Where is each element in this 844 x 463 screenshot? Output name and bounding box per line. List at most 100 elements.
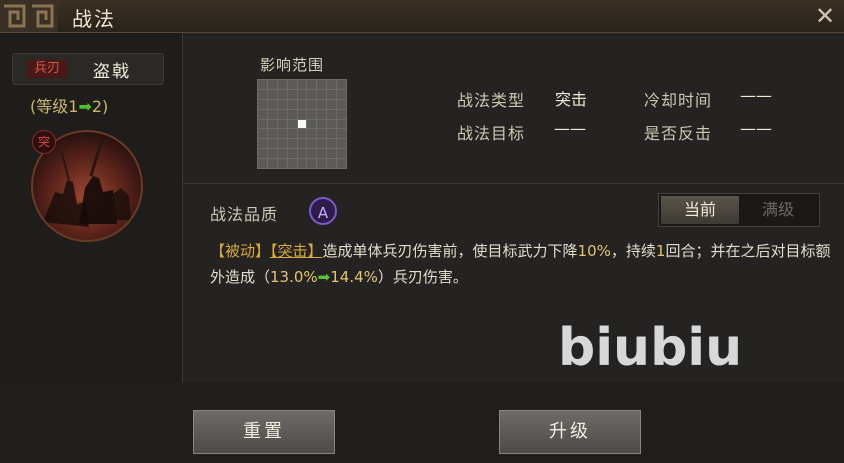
range-cell bbox=[327, 80, 337, 89]
range-cell bbox=[297, 109, 307, 119]
close-icon: ✕ bbox=[814, 2, 836, 30]
skill-type-value: 突击 bbox=[555, 90, 588, 109]
desc-text-4: ）兵刃伤害。 bbox=[377, 268, 468, 286]
range-cell bbox=[327, 99, 337, 109]
range-cell bbox=[307, 139, 317, 149]
range-cell bbox=[337, 139, 346, 149]
range-cell bbox=[287, 99, 297, 109]
tab-current[interactable]: 当前 bbox=[661, 196, 739, 224]
passive-tag: 【被动】 bbox=[210, 242, 271, 260]
range-cell bbox=[317, 80, 327, 89]
range-grid bbox=[257, 79, 347, 169]
range-cell bbox=[287, 139, 297, 149]
range-cell bbox=[337, 149, 346, 159]
tab-max-level[interactable]: 满级 bbox=[739, 196, 817, 224]
title-ornament-icon bbox=[0, 0, 58, 32]
desc-value-next: 14.4% bbox=[330, 268, 378, 286]
skill-type-label: 战法类型 bbox=[457, 91, 526, 110]
range-cell bbox=[277, 159, 287, 168]
section-divider bbox=[183, 183, 844, 184]
range-cell bbox=[307, 80, 317, 89]
range-cell bbox=[337, 159, 346, 168]
range-cell bbox=[317, 159, 327, 168]
range-cell bbox=[297, 149, 307, 159]
range-cell bbox=[337, 109, 346, 119]
cooldown-value: —— bbox=[740, 86, 772, 105]
range-cell bbox=[287, 129, 297, 139]
range-cell bbox=[258, 139, 267, 149]
level-suffix: 2) bbox=[91, 97, 109, 116]
range-cell bbox=[337, 80, 346, 89]
range-cell bbox=[258, 80, 267, 89]
range-cell bbox=[317, 129, 327, 139]
desc-value-debuff: 10% bbox=[577, 242, 611, 260]
upgrade-button[interactable]: 升级 bbox=[499, 410, 641, 454]
skill-name-box: 兵刃 盗戟 bbox=[12, 53, 164, 85]
level-arrow-icon: ➡ bbox=[78, 97, 92, 116]
title-bar: 战法 ✕ bbox=[0, 0, 844, 33]
range-cell bbox=[287, 89, 297, 99]
range-cell bbox=[267, 89, 277, 99]
range-cell bbox=[297, 129, 307, 139]
range-cell bbox=[297, 159, 307, 168]
range-cell bbox=[317, 149, 327, 159]
range-cell bbox=[277, 80, 287, 89]
range-cell bbox=[327, 119, 337, 129]
skill-description: 【被动】【突击】造成单体兵刃伤害前，使目标武力下降10%，持续1回合；并在之后对… bbox=[210, 238, 835, 290]
range-cell bbox=[317, 119, 327, 129]
bottom-action-bar bbox=[0, 383, 844, 463]
range-cell bbox=[277, 129, 287, 139]
range-cell bbox=[317, 89, 327, 99]
range-cell bbox=[277, 119, 287, 129]
range-label: 影响范围 bbox=[260, 56, 325, 74]
range-cell bbox=[267, 129, 277, 139]
range-cell bbox=[297, 99, 307, 109]
watermark-logo: biubiu bbox=[558, 318, 743, 378]
range-cell bbox=[297, 139, 307, 149]
level-prefix: (等级1 bbox=[30, 97, 79, 116]
range-cell bbox=[287, 109, 297, 119]
skill-level: (等级1➡2) bbox=[30, 93, 108, 117]
range-cell bbox=[267, 119, 277, 129]
range-cell bbox=[307, 99, 317, 109]
range-cell bbox=[277, 149, 287, 159]
range-cell bbox=[327, 149, 337, 159]
range-cell bbox=[277, 89, 287, 99]
range-cell bbox=[327, 139, 337, 149]
window-title: 战法 bbox=[72, 7, 116, 31]
range-cell bbox=[307, 89, 317, 99]
desc-value-current: 13.0% bbox=[270, 268, 318, 286]
range-cell bbox=[337, 89, 346, 99]
skill-type-badge: 兵刃 bbox=[27, 60, 67, 78]
range-cell bbox=[327, 159, 337, 168]
range-cell bbox=[267, 99, 277, 109]
range-cell bbox=[287, 159, 297, 168]
range-cell bbox=[258, 89, 267, 99]
portrait-type-badge: 突 bbox=[32, 130, 56, 154]
range-cell bbox=[297, 80, 307, 89]
skill-target-label: 战法目标 bbox=[457, 124, 526, 143]
range-cell bbox=[307, 129, 317, 139]
range-cell bbox=[297, 89, 307, 99]
assault-tag-link[interactable]: 【突击】 bbox=[270, 242, 323, 260]
range-cell bbox=[267, 80, 277, 89]
reset-button[interactable]: 重置 bbox=[193, 410, 335, 454]
desc-text-2: ，持续 bbox=[610, 242, 656, 260]
range-cell bbox=[337, 119, 346, 129]
counterattack-label: 是否反击 bbox=[644, 124, 713, 143]
range-cell bbox=[277, 99, 287, 109]
range-cell bbox=[307, 149, 317, 159]
range-cell bbox=[337, 99, 346, 109]
range-cell bbox=[317, 109, 327, 119]
quality-label: 战法品质 bbox=[210, 205, 279, 224]
range-cell bbox=[287, 119, 297, 129]
range-cell bbox=[277, 139, 287, 149]
range-cell bbox=[267, 139, 277, 149]
skill-name: 盗戟 bbox=[93, 62, 131, 82]
range-cell bbox=[258, 159, 267, 168]
range-cell bbox=[267, 159, 277, 168]
range-center-cell bbox=[297, 119, 307, 129]
close-button[interactable]: ✕ bbox=[812, 3, 838, 29]
range-cell bbox=[258, 109, 267, 119]
range-cell bbox=[258, 119, 267, 129]
